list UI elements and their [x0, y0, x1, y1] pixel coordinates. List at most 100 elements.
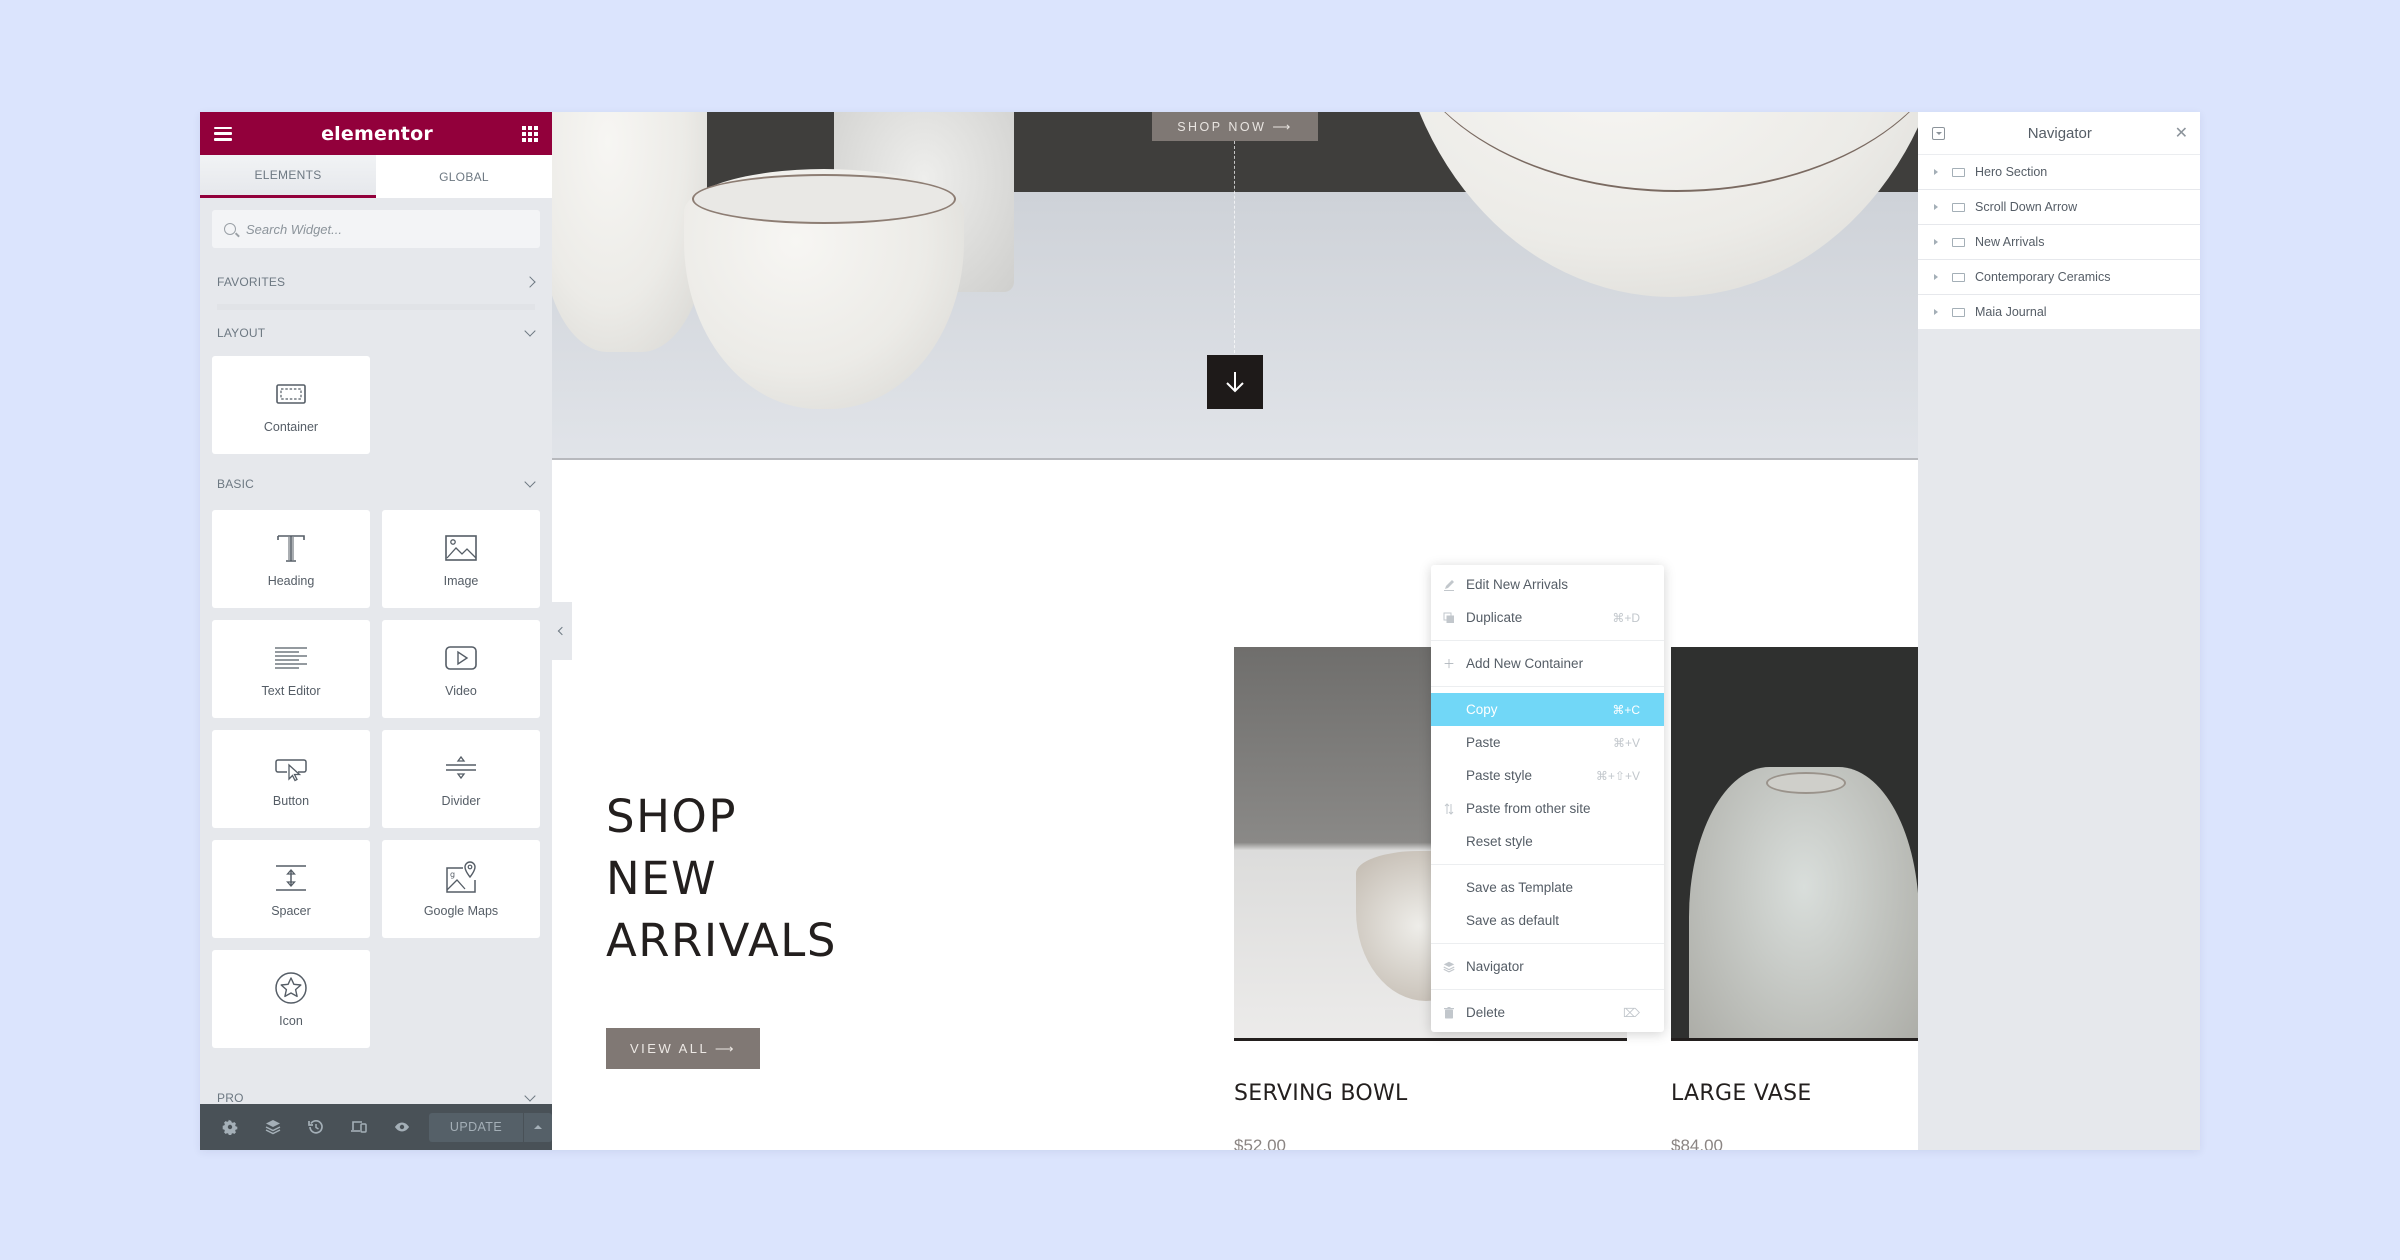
hero-section[interactable]: SHOP NOW ⟶	[552, 112, 1918, 460]
close-icon[interactable]: ✕	[2175, 123, 2188, 143]
caret-right-icon[interactable]	[1934, 274, 1938, 280]
pencil-icon	[1443, 579, 1455, 591]
tab-global[interactable]: GLOBAL	[376, 155, 552, 198]
menu-item-label: Add New Container	[1466, 656, 1584, 671]
settings-icon	[222, 1119, 237, 1135]
navigator-panel: Navigator ✕ Hero Section Scroll Down Arr…	[1918, 112, 2200, 1150]
chevron-down-icon	[524, 476, 536, 488]
widget-divider[interactable]: Divider	[382, 730, 540, 828]
menu-item-label: Delete	[1466, 1005, 1506, 1020]
preview-button[interactable]	[380, 1104, 423, 1150]
menu-separator	[1431, 943, 1664, 944]
menu-item-save-template[interactable]: Save as Template	[1431, 871, 1664, 904]
widget-label: Container	[263, 420, 319, 434]
caret-right-icon[interactable]	[1934, 309, 1938, 315]
plus-icon: ＋	[1443, 657, 1456, 671]
navigator-item[interactable]: Contemporary Ceramics	[1918, 260, 2200, 295]
svg-text:g: g	[450, 870, 455, 879]
tab-elements[interactable]: ELEMENTS	[200, 155, 376, 198]
menu-item-paste-other-site[interactable]: Paste from other site	[1431, 792, 1664, 825]
search-widget-input[interactable]	[246, 221, 526, 237]
caret-right-icon[interactable]	[1934, 169, 1938, 175]
section-favorites[interactable]: FAVORITES	[200, 260, 552, 304]
chevron-down-icon	[524, 325, 536, 337]
settings-button[interactable]	[208, 1104, 251, 1150]
widget-label: Divider	[441, 794, 481, 808]
hero-image-cup-rim	[692, 174, 956, 224]
layers-icon	[1443, 961, 1455, 973]
section-basic-label: BASIC	[217, 477, 255, 491]
widget-container[interactable]: Container	[212, 356, 370, 454]
menu-item-label: Reset style	[1466, 834, 1533, 849]
widgets-grid-icon[interactable]	[522, 125, 538, 142]
widget-video[interactable]: Video	[382, 620, 540, 718]
menu-separator	[1431, 686, 1664, 687]
shortcut-label: ⌘+⇧+V	[1595, 768, 1640, 783]
widget-text-editor[interactable]: Text Editor	[212, 620, 370, 718]
collapse-all-icon[interactable]	[1932, 126, 1945, 140]
heading-line: ARRIVALS	[606, 914, 837, 967]
collapse-panel-button[interactable]	[552, 602, 572, 660]
widget-icon[interactable]: Icon	[212, 950, 370, 1048]
scroll-down-arrow-button[interactable]	[1207, 355, 1263, 409]
video-icon	[445, 646, 477, 670]
product-image-large-vase[interactable]	[1671, 647, 1918, 1041]
menu-item-delete[interactable]: Delete ⌦	[1431, 996, 1664, 1029]
editor-window: elementor ELEMENTS GLOBAL FAVORITES LAYO…	[200, 112, 2200, 1150]
elementor-logo: elementor	[321, 122, 433, 145]
history-button[interactable]	[294, 1104, 337, 1150]
widget-label: Spacer	[271, 904, 311, 918]
chevron-right-icon	[524, 276, 536, 288]
caret-right-icon[interactable]	[1934, 239, 1938, 245]
menu-separator	[1431, 640, 1664, 641]
menu-item-duplicate[interactable]: Duplicate ⌘+D	[1431, 601, 1664, 634]
section-layout[interactable]: LAYOUT	[200, 310, 552, 356]
menu-item-paste[interactable]: Paste ⌘+V	[1431, 726, 1664, 759]
widget-image[interactable]: Image	[382, 510, 540, 608]
transfer-arrows-icon	[1443, 802, 1455, 815]
navigator-item[interactable]: Hero Section	[1918, 155, 2200, 190]
product-image-vase	[1689, 767, 1918, 1038]
menu-item-save-default[interactable]: Save as default	[1431, 904, 1664, 937]
navigator-item[interactable]: New Arrivals	[1918, 225, 2200, 260]
menu-item-edit[interactable]: Edit New Arrivals	[1431, 568, 1664, 601]
widget-spacer[interactable]: Spacer	[212, 840, 370, 938]
widget-heading[interactable]: Heading	[212, 510, 370, 608]
menu-item-reset-style[interactable]: Reset style	[1431, 825, 1664, 858]
section-basic[interactable]: BASIC	[200, 458, 552, 510]
menu-item-copy[interactable]: Copy ⌘+C	[1431, 693, 1664, 726]
container-icon	[276, 384, 306, 404]
update-button[interactable]: UPDATE	[429, 1112, 523, 1142]
navigator-item-label: New Arrivals	[1975, 235, 2045, 249]
container-icon	[1952, 307, 1965, 317]
shortcut-label: ⌘+D	[1612, 610, 1640, 625]
view-all-button[interactable]: VIEW ALL ⟶	[606, 1028, 760, 1069]
menu-item-paste-style[interactable]: Paste style ⌘+⇧+V	[1431, 759, 1664, 792]
product-card[interactable]: LARGE VASE $84.00	[1671, 647, 1918, 1150]
navigator-item[interactable]: Maia Journal	[1918, 295, 2200, 330]
panel-tabs: ELEMENTS GLOBAL	[200, 155, 552, 198]
drop-guide-line	[1234, 141, 1235, 363]
update-options-caret-icon[interactable]	[523, 1112, 552, 1142]
hamburger-menu-icon[interactable]	[214, 126, 232, 141]
widget-label: Heading	[267, 574, 315, 588]
widget-google-maps[interactable]: g Google Maps	[382, 840, 540, 938]
caret-right-icon[interactable]	[1934, 204, 1938, 210]
context-menu: Edit New Arrivals Duplicate ⌘+D ＋ Add Ne…	[1431, 565, 1664, 1032]
menu-item-add-container[interactable]: ＋ Add New Container	[1431, 647, 1664, 680]
product-price: $84.00	[1671, 1136, 1723, 1150]
new-arrivals-heading[interactable]: SHOP NEW ARRIVALS	[606, 786, 837, 972]
container-icon	[1952, 167, 1965, 177]
shortcut-label: ⌘+V	[1612, 735, 1640, 750]
chevron-left-icon	[557, 626, 567, 636]
menu-item-label: Paste	[1466, 735, 1501, 750]
responsive-button[interactable]	[337, 1104, 380, 1150]
shop-now-button[interactable]: SHOP NOW ⟶	[1152, 112, 1318, 141]
menu-item-navigator[interactable]: Navigator	[1431, 950, 1664, 983]
navigator-item[interactable]: Scroll Down Arrow	[1918, 190, 2200, 225]
panel-footer: UPDATE	[200, 1104, 552, 1150]
section-favorites-label: FAVORITES	[217, 275, 286, 289]
widget-button[interactable]: Button	[212, 730, 370, 828]
spacer-icon	[276, 865, 306, 891]
layers-button[interactable]	[251, 1104, 294, 1150]
